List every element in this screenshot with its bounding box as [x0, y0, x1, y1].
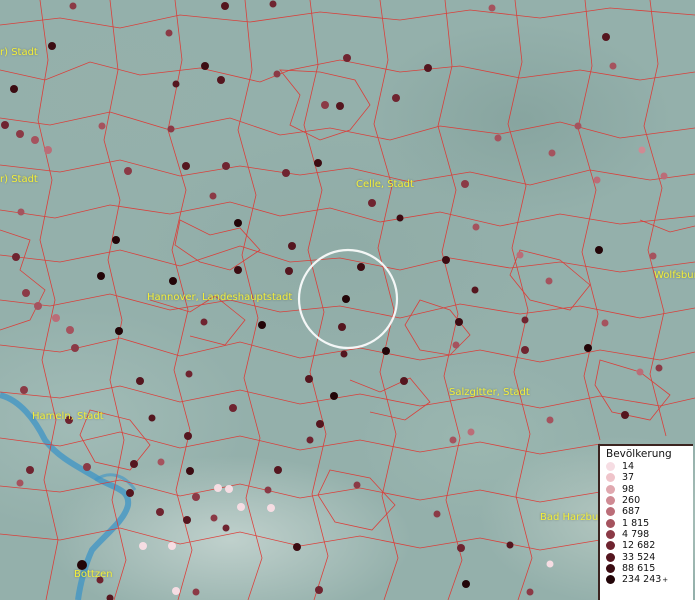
city-label-celle: Celle, Stadt — [356, 179, 414, 190]
city-label-bottrop: Bottzen — [74, 569, 113, 580]
legend-item: 234 243 + — [606, 574, 689, 585]
legend-item: 1 815 — [606, 517, 689, 529]
city-label-top-left: r) Stadt — [0, 47, 38, 58]
legend-label: 260 — [622, 495, 641, 507]
legend-label: 98 — [622, 483, 635, 495]
city-label-bad-harzburg: Bad Harzbu — [540, 512, 599, 523]
legend-label: 687 — [622, 506, 641, 518]
legend-swatch — [606, 507, 615, 517]
map-layer — [0, 0, 695, 600]
legend-item: 37 — [606, 472, 689, 483]
legend-swatch — [606, 462, 615, 472]
legend-item: 33 524 — [606, 551, 689, 563]
legend-item: 14 — [606, 461, 689, 472]
legend-swatch — [606, 496, 615, 506]
city-label-salzgitter: Salzgitter, Stadt — [449, 387, 530, 398]
legend-label: 14 — [622, 461, 635, 473]
legend-item: 88 615 — [606, 563, 689, 574]
city-label-hameln: Hameln, Stadt — [32, 411, 104, 422]
legend-swatch — [606, 575, 615, 585]
city-label-hannover: Hannover, Landeshauptstadt — [147, 292, 293, 303]
legend-swatch — [606, 484, 615, 494]
legend-item: 260 — [606, 495, 689, 506]
population-legend: Bevölkerung 14 37 98 260 687 1 815 4 798… — [598, 444, 693, 600]
legend-label: 4 798 — [622, 528, 650, 540]
legend-plus: + — [662, 575, 669, 584]
legend-swatch — [606, 563, 615, 573]
legend-swatch — [606, 473, 615, 483]
legend-item: 687 — [606, 506, 689, 517]
legend-swatch — [606, 541, 615, 551]
map-canvas[interactable]: r) Stadt r) Stadt Celle, Stadt Wolfsbur … — [0, 0, 695, 600]
city-label-left: r) Stadt — [0, 174, 38, 185]
legend-title: Bevölkerung — [606, 448, 672, 460]
legend-label: 33 524 — [622, 551, 656, 563]
legend-label: 234 243 — [622, 574, 662, 586]
legend-label: 12 682 — [622, 540, 656, 552]
legend-item: 98 — [606, 484, 689, 495]
legend-swatch — [606, 529, 615, 539]
legend-swatch — [606, 552, 615, 562]
legend-label: 88 615 — [622, 562, 656, 574]
settlement-dots — [1, 0, 668, 600]
legend-label: 1 815 — [622, 517, 650, 529]
legend-label: 37 — [622, 472, 635, 484]
legend-item: 12 682 — [606, 540, 689, 551]
city-label-wolfsburg: Wolfsbur — [654, 270, 695, 281]
legend-item: 4 798 — [606, 529, 689, 540]
legend-list: 14 37 98 260 687 1 815 4 798 12 682 33 5… — [606, 461, 689, 585]
legend-swatch — [606, 518, 615, 528]
